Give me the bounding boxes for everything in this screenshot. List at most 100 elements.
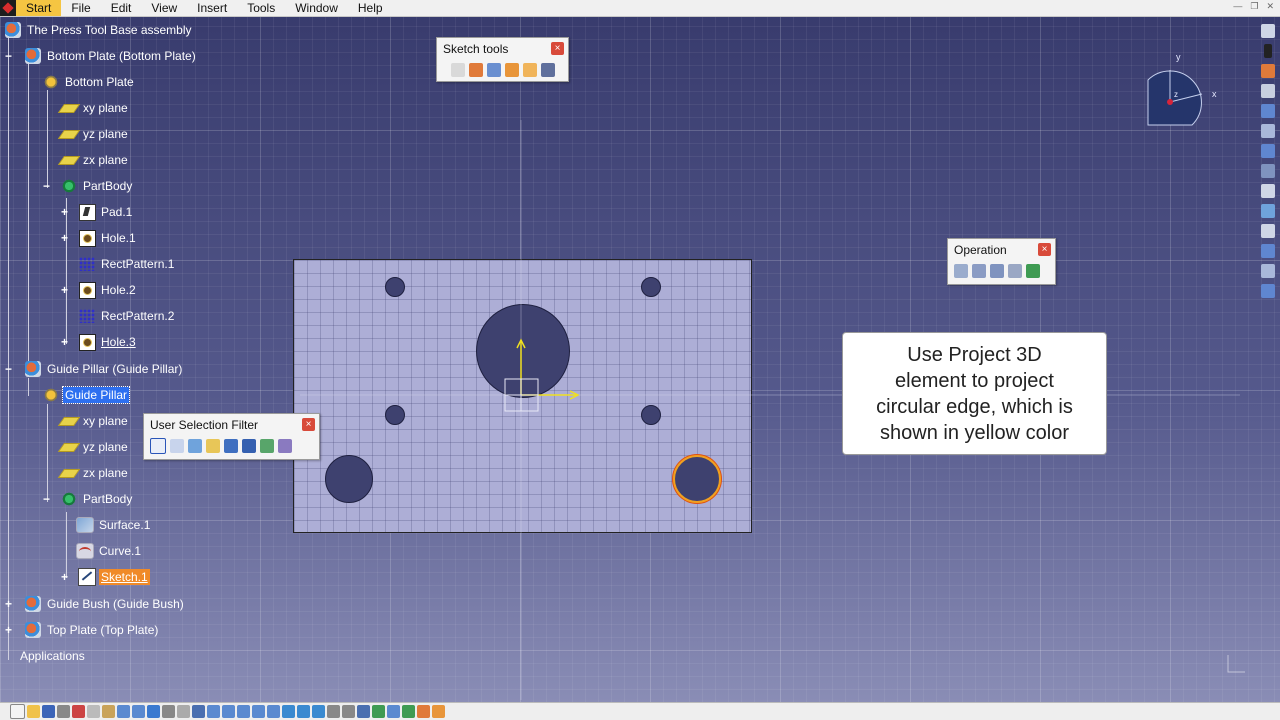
tree-node-pad1[interactable]: + Pad.1	[61, 201, 134, 223]
grid-icon[interactable]	[451, 63, 465, 77]
menu-view[interactable]: View	[141, 0, 187, 16]
chamfer-icon[interactable]	[972, 264, 986, 278]
tree-node-surface1[interactable]: Surface.1	[76, 514, 152, 536]
expand-icon[interactable]: +	[4, 624, 13, 636]
tree-node-hole1[interactable]: + Hole.1	[61, 227, 138, 249]
hide-show-icon[interactable]	[327, 705, 340, 718]
close-icon[interactable]: ✕	[1266, 1, 1274, 12]
trim-icon[interactable]	[990, 264, 1004, 278]
tree-node-rectpattern1[interactable]: RectPattern.1	[78, 253, 176, 275]
surface-filter-icon[interactable]	[188, 439, 202, 453]
tree-node-yz-plane[interactable]: yz plane	[57, 123, 130, 145]
tree-node-xy-plane[interactable]: xy plane	[57, 410, 130, 432]
tree-node-root[interactable]: The Press Tool Base assembly	[4, 19, 194, 41]
select-icon[interactable]	[1261, 64, 1275, 78]
normal-view-icon[interactable]	[282, 705, 295, 718]
cut-icon[interactable]	[72, 705, 85, 718]
menu-tools[interactable]: Tools	[237, 0, 285, 16]
expand-icon[interactable]: +	[4, 598, 13, 610]
small-hole-top-left[interactable]	[385, 277, 405, 297]
guide-hole-left[interactable]	[325, 455, 373, 503]
tree-node-hole2[interactable]: + Hole.2	[61, 279, 138, 301]
constraint-icon[interactable]	[1261, 284, 1275, 298]
table-icon[interactable]	[192, 705, 205, 718]
snap-to-point-icon[interactable]	[469, 63, 483, 77]
tree-node-partbody[interactable]: − PartBody	[43, 488, 134, 510]
expand-icon[interactable]: +	[60, 571, 69, 583]
conic-icon[interactable]	[1261, 244, 1275, 258]
feature-element-filter-icon[interactable]	[224, 439, 238, 453]
tree-node-guide-pillar-part[interactable]: Guide Pillar	[42, 384, 131, 406]
tree-node-curve1[interactable]: Curve.1	[76, 540, 143, 562]
projected-guide-hole-edge[interactable]	[673, 455, 721, 503]
new-file-icon[interactable]	[10, 704, 25, 719]
fit-all-icon[interactable]	[207, 705, 220, 718]
formula-icon[interactable]	[162, 705, 175, 718]
collapse-icon[interactable]: −	[42, 180, 51, 192]
user-selection-filter-toolbar[interactable]: User Selection Filter ×	[143, 413, 320, 460]
collapse-icon[interactable]: −	[42, 493, 51, 505]
ellipse-icon[interactable]	[1261, 224, 1275, 238]
tree-node-applications[interactable]: Applications	[18, 645, 87, 667]
center-large-hole[interactable]	[476, 304, 570, 398]
exit-workbench-icon[interactable]	[1261, 24, 1275, 38]
tree-node-sketch1[interactable]: + Sketch.1	[61, 566, 150, 588]
menu-insert[interactable]: Insert	[187, 0, 237, 16]
menu-window[interactable]: Window	[285, 0, 348, 16]
geometrical-constraints-icon[interactable]	[505, 63, 519, 77]
menu-start[interactable]: Start	[16, 0, 62, 16]
close-icon[interactable]: ×	[302, 418, 315, 431]
tree-node-hole3[interactable]: + Hole.3	[61, 331, 138, 353]
restore-icon[interactable]: ❐	[1250, 1, 1258, 12]
undo-icon[interactable]	[117, 705, 130, 718]
tree-node-bottom-plate-part[interactable]: Bottom Plate	[42, 71, 136, 93]
tree-node-partbody[interactable]: − PartBody	[43, 175, 134, 197]
small-hole-top-right[interactable]	[641, 277, 661, 297]
dimensional-constraints-icon[interactable]	[523, 63, 537, 77]
line-icon[interactable]	[1261, 164, 1275, 178]
tree-node-bottom-plate-instance[interactable]: − Bottom Plate (Bottom Plate)	[5, 45, 198, 67]
axis-icon[interactable]	[1261, 184, 1275, 198]
zoom-out-icon[interactable]	[267, 705, 280, 718]
tree-node-xy-plane[interactable]: xy plane	[57, 97, 130, 119]
operation-toolbar[interactable]: Operation ×	[947, 238, 1056, 285]
compass-widget[interactable]: y x z	[1140, 52, 1230, 132]
volume-filter-icon[interactable]	[206, 439, 220, 453]
tree-node-guide-pillar-instance[interactable]: − Guide Pillar (Guide Pillar)	[5, 358, 184, 380]
close-icon[interactable]: ×	[551, 42, 564, 55]
tree-node-yz-plane[interactable]: yz plane	[57, 436, 130, 458]
copy-icon[interactable]	[87, 705, 100, 718]
swap-visible-space-icon[interactable]	[342, 705, 355, 718]
construction-element-icon[interactable]	[487, 63, 501, 77]
collapse-icon[interactable]: −	[4, 50, 13, 62]
cut-part-by-sketch-plane-icon[interactable]	[372, 705, 385, 718]
mirror-icon[interactable]	[1008, 264, 1022, 278]
save-icon[interactable]	[42, 705, 55, 718]
tool-filter-icon[interactable]	[260, 439, 274, 453]
tree-node-guide-bush[interactable]: + Guide Bush (Guide Bush)	[5, 593, 186, 615]
measure-icon[interactable]	[402, 705, 415, 718]
tree-node-top-plate[interactable]: + Top Plate (Top Plate)	[5, 619, 160, 641]
arc-icon[interactable]	[1261, 264, 1275, 278]
rotate-icon[interactable]	[237, 705, 250, 718]
circle-icon[interactable]	[1261, 144, 1275, 158]
collapse-icon[interactable]: −	[4, 363, 13, 375]
expand-icon[interactable]: +	[60, 284, 69, 296]
sketch-icon[interactable]	[357, 705, 370, 718]
curve-filter-icon[interactable]	[170, 439, 184, 453]
menu-help[interactable]: Help	[348, 0, 393, 16]
knowledge-icon[interactable]	[177, 705, 190, 718]
sketch-plate-geometry[interactable]	[293, 259, 752, 533]
small-hole-bottom-right[interactable]	[641, 405, 661, 425]
minimize-icon[interactable]: —	[1233, 1, 1242, 12]
pan-icon[interactable]	[222, 705, 235, 718]
point-icon[interactable]	[1261, 204, 1275, 218]
small-hole-bottom-left[interactable]	[385, 405, 405, 425]
profile-icon[interactable]	[1261, 84, 1275, 98]
open-folder-icon[interactable]	[27, 705, 40, 718]
shading-icon[interactable]	[312, 705, 325, 718]
visualization-icon[interactable]	[387, 705, 400, 718]
app-logo-icon[interactable]	[0, 0, 16, 16]
zoom-in-icon[interactable]	[252, 705, 265, 718]
menu-edit[interactable]: Edit	[101, 0, 142, 16]
